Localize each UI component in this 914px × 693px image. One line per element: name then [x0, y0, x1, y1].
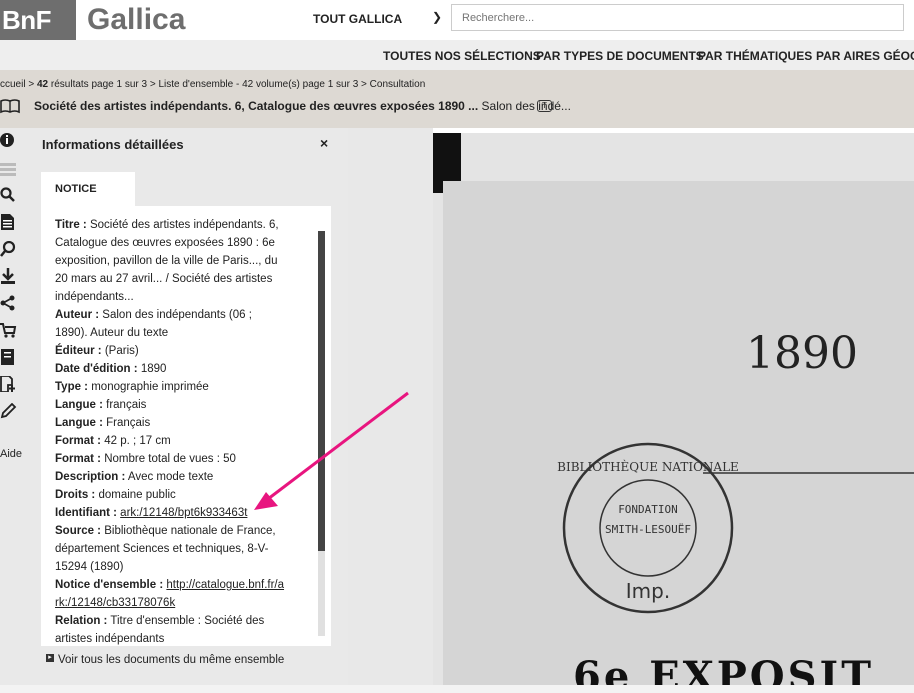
page-heading: 6e EXPOSIT: [573, 653, 875, 685]
field-notice: Notice d'ensemble : http://catalogue.bnf…: [55, 576, 287, 612]
search-scope-select[interactable]: TOUT GALLICA: [313, 12, 402, 26]
help-link[interactable]: Aide: [0, 448, 22, 460]
field-label: Format :: [55, 453, 101, 465]
panel-title: Informations détaillées: [42, 137, 184, 152]
field-value: 1890: [140, 363, 167, 375]
document-header: ccueil > 42 résultats page 1 sur 3 > Lis…: [0, 70, 914, 128]
field-auteur: Auteur : Salon des indépendants (06 ; 18…: [55, 306, 287, 342]
library-stamp: FONDATION SMITH-LESOUËF BIBLIOTHÈQUE NAT…: [557, 442, 739, 614]
field-label: Date d'édition :: [55, 363, 138, 375]
search-icon[interactable]: [0, 187, 20, 203]
document-title: Société des artistes indépendants. 6, Ca…: [34, 99, 571, 113]
bottom-strip: [0, 685, 914, 693]
zoom-icon[interactable]: [0, 241, 20, 257]
book-icon[interactable]: [0, 349, 20, 365]
all-documents-link[interactable]: ▸ Voir tous les documents du même ensembl…: [46, 654, 284, 666]
field-label: Éditeur :: [55, 345, 102, 357]
book-icon: [0, 99, 20, 114]
chevron-down-icon[interactable]: ❯: [432, 10, 442, 24]
bnf-logo[interactable]: BnF: [0, 0, 76, 40]
document-author: Salon des indé...: [481, 99, 571, 113]
close-icon[interactable]: ×: [320, 135, 328, 151]
tool-sidebar: Aide: [0, 128, 28, 685]
field-value: français: [106, 399, 147, 411]
field-label: Notice d'ensemble :: [55, 579, 164, 591]
field-date: Date d'édition : 1890: [55, 360, 287, 378]
field-label: Langue :: [55, 417, 103, 429]
field-value: Français: [106, 417, 151, 429]
all-documents-label[interactable]: Voir tous les documents du même ensemble: [58, 654, 284, 666]
breadcrumb-home[interactable]: ccueil: [0, 79, 26, 90]
stamp-bottom-text: Imp.: [626, 579, 670, 603]
results-count[interactable]: 42: [37, 79, 48, 90]
document-icon[interactable]: [0, 214, 20, 230]
top-header: BnF Gallica TOUT GALLICA ❯: [0, 0, 914, 40]
field-value: Nombre total de vues : 50: [104, 453, 236, 465]
field-label: Format :: [55, 435, 101, 447]
breadcrumb: ccueil > 42 résultats page 1 sur 3 > Lis…: [0, 79, 426, 90]
breadcrumb-consultation: Consultation: [369, 79, 426, 90]
field-value: domaine public: [98, 489, 176, 501]
nav-geographic[interactable]: PAR AIRES GÉOGRA: [816, 49, 914, 63]
main-nav: TOUTES NOS SÉLECTIONS PAR TYPES DE DOCUM…: [0, 40, 914, 70]
field-label: Description :: [55, 471, 126, 483]
field-label: Langue :: [55, 399, 103, 411]
text-mode-icon[interactable]: T: [537, 100, 552, 112]
field-label: Type :: [55, 381, 89, 393]
page-viewer[interactable]: 1890 FONDATION SMITH-LESOUËF BIBLIOTHÈQU…: [433, 133, 914, 685]
info-icon[interactable]: [0, 132, 20, 148]
gallica-logo[interactable]: Gallica: [87, 0, 185, 40]
field-source: Source : Bibliothèque nationale de Franc…: [55, 522, 287, 576]
breadcrumb-results[interactable]: résultats page 1 sur 3: [51, 79, 147, 90]
breadcrumb-list[interactable]: Liste d'ensemble - 42 volume(s) page 1 s…: [158, 79, 358, 90]
field-label: Relation :: [55, 615, 108, 627]
field-value: (Paris): [104, 345, 139, 357]
pencil-icon[interactable]: [0, 403, 20, 419]
stamp-ring-text: BIBLIOTHÈQUE NATIONALE: [557, 459, 739, 474]
annotation-arrow: [254, 391, 409, 510]
tab-notice[interactable]: NOTICE: [41, 172, 135, 206]
field-label: Source :: [55, 525, 102, 537]
document-title-main: Société des artistes indépendants. 6, Ca…: [34, 99, 479, 113]
nav-document-types[interactable]: PAR TYPES DE DOCUMENTS: [536, 49, 704, 63]
page-year: 1890: [746, 328, 858, 379]
nav-selections[interactable]: TOUTES NOS SÉLECTIONS: [383, 49, 541, 63]
stamp-text: SMITH-LESOUËF: [605, 523, 691, 536]
field-titre: Titre : Société des artistes indépendant…: [55, 216, 287, 306]
search-input[interactable]: [451, 4, 904, 31]
identifier-link[interactable]: ark:/12148/bpt6k933463t: [120, 507, 247, 519]
cart-icon[interactable]: [0, 322, 20, 338]
field-value: monographie imprimée: [91, 381, 209, 393]
field-value: Société des artistes indépendants. 6, Ca…: [55, 219, 279, 303]
add-document-icon[interactable]: [0, 376, 20, 392]
field-value: Avec mode texte: [127, 471, 214, 483]
field-editeur: Éditeur : (Paris): [55, 342, 287, 360]
field-label: Titre :: [55, 219, 87, 231]
field-label: Identifiant :: [55, 507, 117, 519]
stamp-text: FONDATION: [618, 503, 678, 516]
field-relation: Relation : Titre d'ensemble : Société de…: [55, 612, 287, 646]
nav-themes[interactable]: PAR THÉMATIQUES: [698, 49, 812, 63]
arrow-icon: ▸: [46, 654, 54, 662]
download-icon[interactable]: [0, 268, 20, 284]
field-label: Droits :: [55, 489, 96, 501]
field-value: 42 p. ; 17 cm: [104, 435, 171, 447]
share-icon[interactable]: [0, 295, 20, 311]
list-icon[interactable]: [0, 161, 20, 177]
field-label: Auteur :: [55, 309, 100, 321]
